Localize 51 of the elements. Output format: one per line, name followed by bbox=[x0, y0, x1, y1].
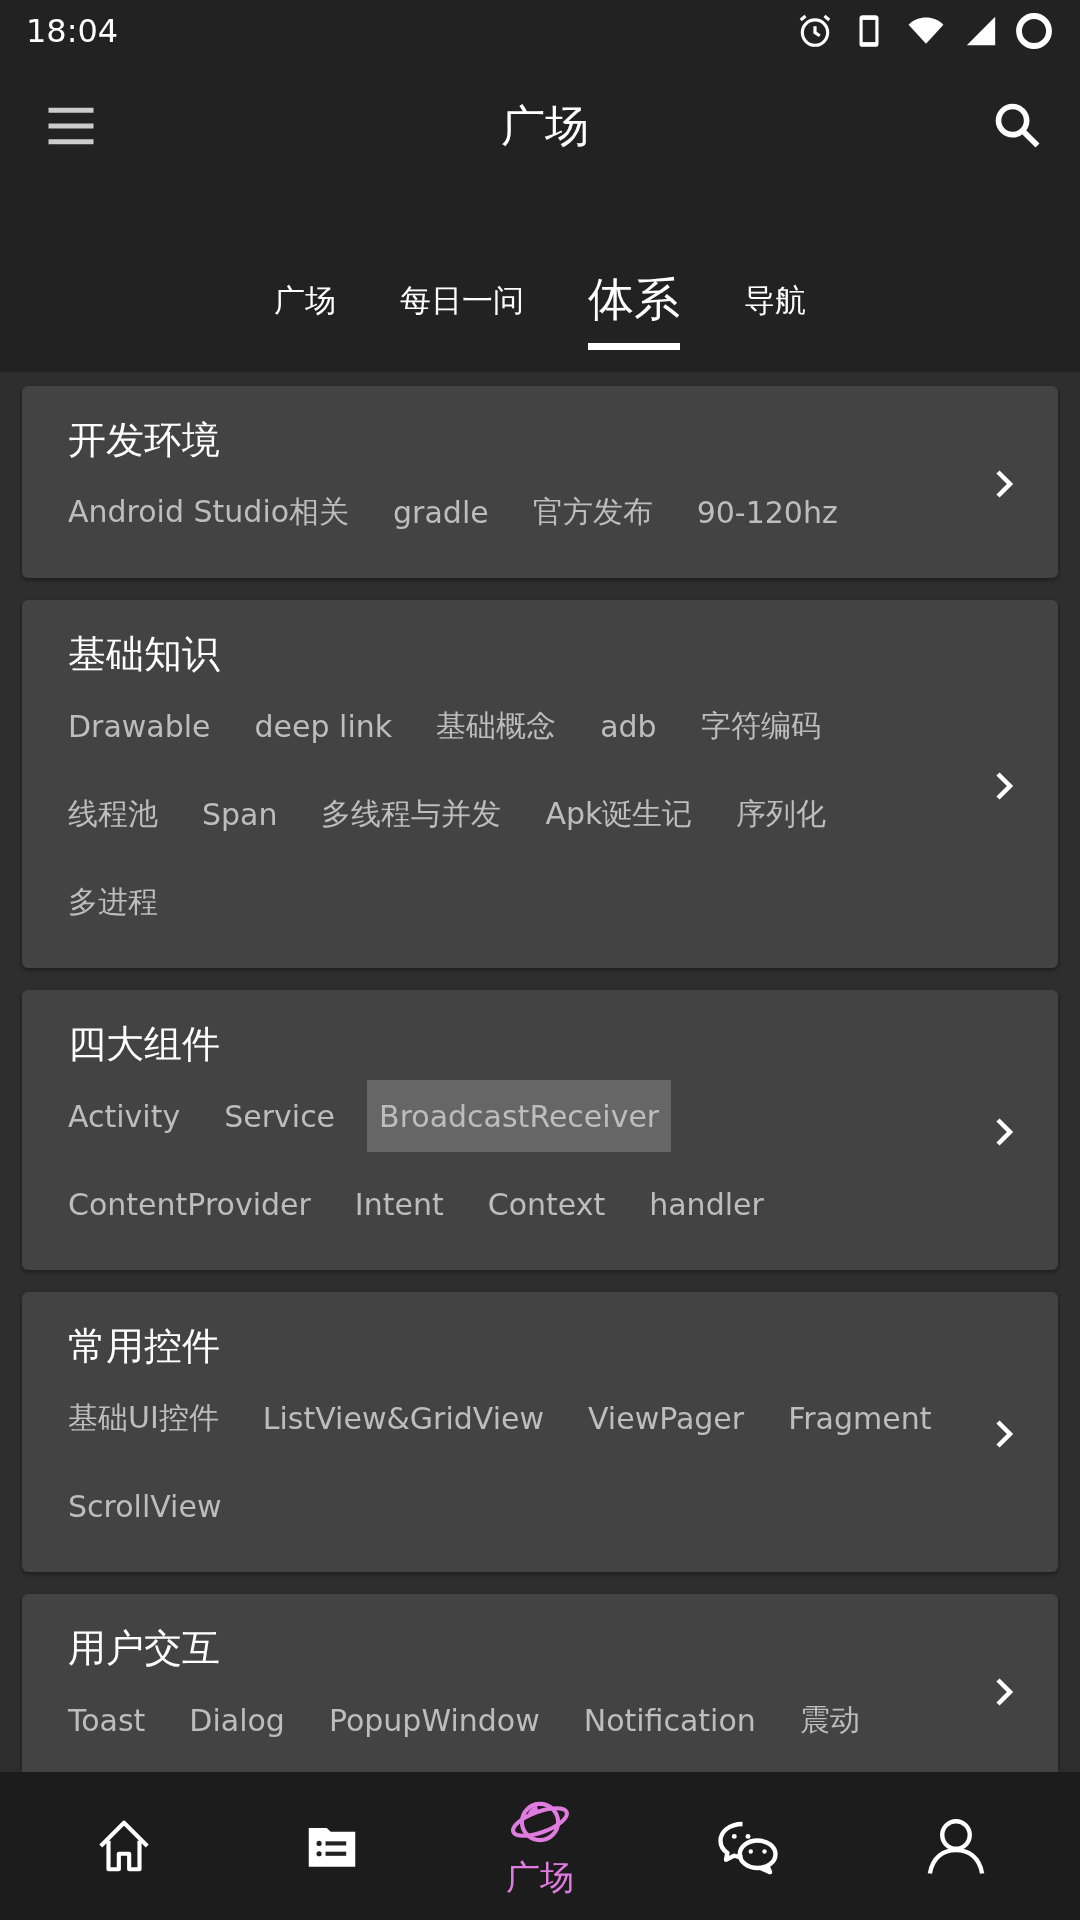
app-title: 广场 bbox=[501, 98, 589, 153]
tag-chip[interactable]: 基础UI控件 bbox=[56, 1382, 231, 1454]
tag-chip[interactable]: Dialog bbox=[177, 1684, 297, 1756]
tag-chip[interactable]: 多线程与并发 bbox=[309, 778, 514, 850]
tag-chip[interactable]: ContentProvider bbox=[56, 1168, 323, 1240]
tag-chip[interactable]: ScrollView bbox=[56, 1470, 234, 1542]
tag-chip[interactable]: Apk诞生记 bbox=[533, 778, 705, 850]
ring-icon bbox=[1014, 11, 1054, 51]
category-title: 常用控件 bbox=[68, 1323, 221, 1370]
tab[interactable]: 体系 bbox=[588, 271, 680, 350]
tag-chip[interactable]: deep link bbox=[242, 690, 405, 762]
tag-chip[interactable]: handler bbox=[637, 1168, 776, 1240]
tab[interactable]: 导航 bbox=[744, 281, 806, 350]
tag-chip[interactable]: 线程池 bbox=[56, 778, 170, 850]
category-title: 开发环境 bbox=[68, 417, 221, 464]
tag-chip[interactable]: 序列化 bbox=[724, 778, 839, 850]
tag-chip[interactable]: ListView&GridView bbox=[250, 1382, 556, 1454]
category-title: 用户交互 bbox=[68, 1625, 221, 1672]
tag-chip[interactable]: Intent bbox=[342, 1168, 456, 1240]
tag-chip[interactable]: 官方发布 bbox=[520, 476, 665, 548]
tag-chip[interactable]: 90-120hz bbox=[684, 476, 850, 548]
tag-chip[interactable]: 基础概念 bbox=[424, 690, 569, 762]
tab[interactable]: 每日一问 bbox=[400, 281, 524, 350]
tag-chip[interactable]: Android Studio相关 bbox=[56, 476, 362, 548]
tag-chip[interactable]: Service bbox=[212, 1080, 348, 1152]
tag-chip[interactable]: BroadcastReceiver bbox=[367, 1080, 672, 1152]
category-card[interactable]: 四大组件 Activity Service BroadcastReceiver ContentProvider Intent Context handler bbox=[22, 990, 1058, 1270]
tag-chip[interactable]: Toast bbox=[56, 1684, 158, 1756]
tag-chip[interactable]: Context bbox=[475, 1168, 618, 1240]
tag-chip[interactable]: ViewPager bbox=[576, 1382, 757, 1454]
nav-label: 广场 bbox=[506, 1856, 574, 1899]
tag-chip[interactable]: adb bbox=[588, 690, 669, 762]
tag-chip[interactable]: gradle bbox=[381, 476, 501, 548]
tag-chip[interactable]: Fragment bbox=[776, 1382, 944, 1454]
tag-chip[interactable]: Span bbox=[190, 778, 290, 850]
tag-chip[interactable]: PopupWindow bbox=[316, 1684, 552, 1756]
category-card[interactable]: 用户交互 Toast Dialog PopupWindow Notification 震动 bbox=[22, 1594, 1058, 1772]
tab[interactable]: 广场 bbox=[274, 281, 336, 350]
tag-chip[interactable]: Activity bbox=[56, 1080, 193, 1152]
tag-chip[interactable]: 字符编码 bbox=[688, 690, 833, 762]
category-title: 四大组件 bbox=[68, 1021, 221, 1068]
category-card[interactable]: 基础知识 Drawable deep link 基础概念 adb 字符编码 线程池 Span 多线程与并发 Apk诞生记 序列化 多进程 bbox=[22, 600, 1058, 968]
status-time: 18:04 bbox=[26, 12, 119, 50]
tag-chip[interactable]: Drawable bbox=[56, 690, 223, 762]
tag-chip[interactable]: 震动 bbox=[787, 1684, 872, 1756]
tag-chip[interactable]: Notification bbox=[571, 1684, 768, 1756]
tag-chip[interactable]: 多进程 bbox=[56, 866, 170, 938]
category-card[interactable]: 开发环境 Android Studio相关 gradle 官方发布 90-120hz bbox=[22, 386, 1058, 578]
category-card[interactable]: 常用控件 基础UI控件 ListView&GridView ViewPager Fragment ScrollView bbox=[22, 1292, 1058, 1572]
category-title: 基础知识 bbox=[68, 631, 221, 678]
nav-item[interactable]: 广场 bbox=[465, 1790, 615, 1902]
